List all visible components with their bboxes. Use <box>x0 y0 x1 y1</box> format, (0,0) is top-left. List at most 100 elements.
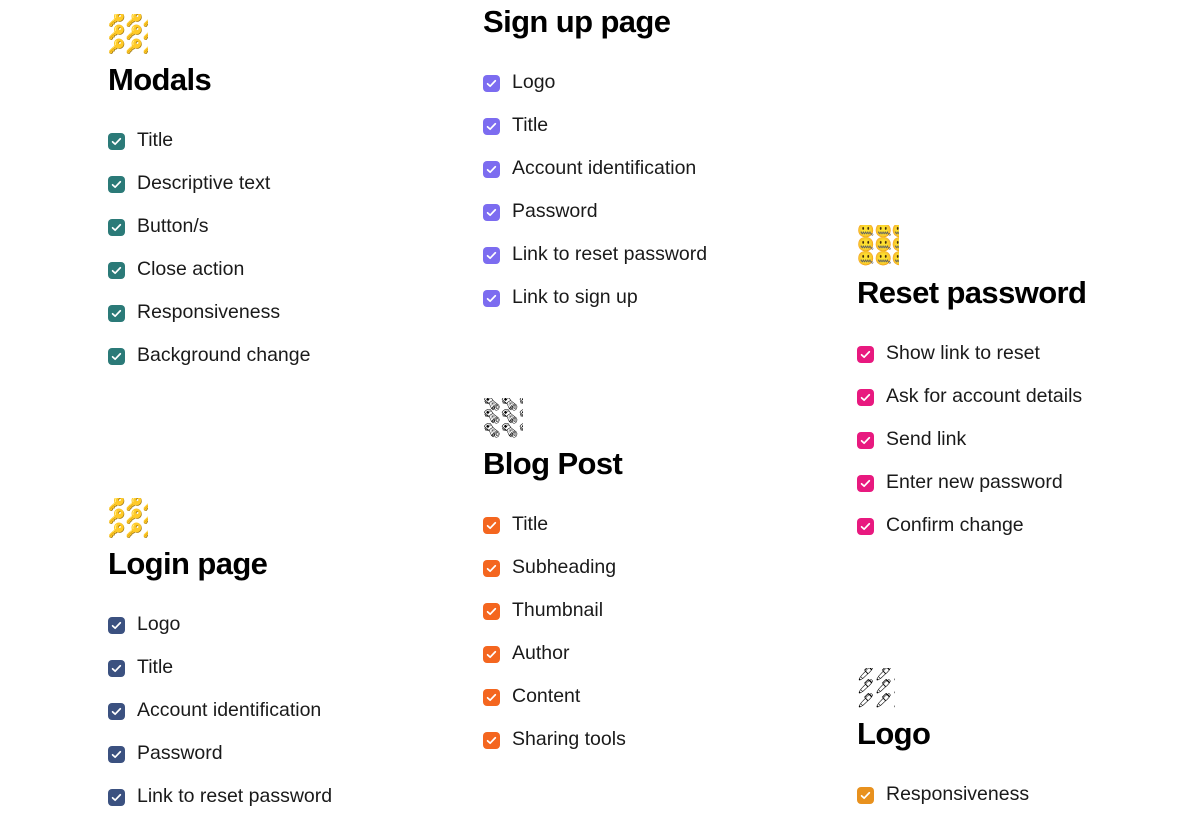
checkbox-checked-icon[interactable] <box>108 175 125 193</box>
key-emoji: 🔑 <box>108 522 126 538</box>
checklist-item-label: Link to sign up <box>512 286 638 309</box>
checklist-item[interactable]: Logo <box>483 62 707 105</box>
checkbox-checked-icon[interactable] <box>483 203 500 221</box>
pen-emoji: 🖊 <box>893 693 895 708</box>
checklist-item-label: Descriptive text <box>137 172 271 195</box>
checkbox-checked-icon[interactable] <box>857 517 874 535</box>
checklist-item-label: Send link <box>886 428 967 451</box>
checklist-item-label: Account identification <box>512 157 697 180</box>
checkbox-checked-icon[interactable] <box>857 345 874 363</box>
checklist-item-label: Confirm change <box>886 514 1024 537</box>
checkbox-checked-icon[interactable] <box>108 261 125 279</box>
checklist-item-label: Logo <box>512 71 556 94</box>
checklist-item[interactable]: Title <box>108 647 332 690</box>
checklist-item-label: Enter new password <box>886 471 1063 494</box>
checklist-item-label: Background change <box>137 344 311 367</box>
checklist-item[interactable]: Link to sign up <box>483 277 707 320</box>
checklist-item-label: Subheading <box>512 556 617 579</box>
checklist-item[interactable]: Background change <box>108 335 310 378</box>
checklist-item-label: Title <box>137 656 174 679</box>
checklist-login-page: Logo Title Account identification Password L… <box>108 604 332 819</box>
checkbox-checked-icon[interactable] <box>108 132 125 150</box>
checklist-item[interactable]: Close action <box>108 249 310 292</box>
checklist-item[interactable]: Enter new password <box>857 462 1086 505</box>
rolled-newspaper-emoji: 🗞 <box>519 423 523 438</box>
pen-emoji: 🖊 <box>874 692 893 708</box>
checklist-item-label: Link to reset password <box>137 785 333 808</box>
card-login-page: 🔑🔑🔑🔑🔑🔑🔑🔑🔑 Login page Logo Title Account id… <box>108 498 332 819</box>
checkbox-checked-icon[interactable] <box>108 347 125 365</box>
checkbox-checked-icon[interactable] <box>483 117 500 135</box>
checkbox-checked-icon[interactable] <box>857 431 874 449</box>
key-icon: 🔑🔑🔑🔑🔑🔑🔑🔑🔑 <box>108 14 148 54</box>
checklist-item[interactable]: Button/s <box>108 206 310 249</box>
checklist-item-label: Content <box>512 685 581 708</box>
checkbox-checked-icon[interactable] <box>108 702 125 720</box>
checklist-item[interactable]: Account identification <box>108 690 332 733</box>
card-signup: 🔒🔒🔒🔒🔒🔒🔒🔒🔒 Sign up page LogoTitleAccount … <box>483 0 707 320</box>
card-blog-post: 🗞🗞🗞🗞🗞🗞🗞🗞🗞 Blog Post Title Subheading Thumb… <box>483 398 626 762</box>
checklist-item[interactable]: Confirm change <box>857 505 1086 548</box>
checklist-item[interactable]: Title <box>483 105 707 148</box>
checkbox-checked-icon[interactable] <box>857 786 874 804</box>
key-icon: 🔑🔑🔑🔑🔑🔑🔑🔑🔑 <box>108 498 148 538</box>
card-reset-password: 🤐🤐🤐🤐🤐🤐🤐🤐🤐 Reset password Show link to re… <box>857 225 1087 548</box>
checklist-item[interactable]: Content <box>483 676 626 719</box>
checklist-item[interactable]: Password <box>108 733 332 776</box>
checklist-item[interactable]: Send link <box>857 419 1086 462</box>
pen-emoji: 🖊 <box>857 692 875 708</box>
checkbox-checked-icon[interactable] <box>108 659 125 677</box>
checklist-item[interactable]: Author <box>483 633 626 676</box>
checkbox-checked-icon[interactable] <box>483 74 500 92</box>
checklist-reset-password: Show link to reset Ask for account detail… <box>857 333 1086 548</box>
checklist-item[interactable]: Title <box>108 120 310 163</box>
card-title-login-page: Login page <box>108 546 268 581</box>
checklist-item-label: Link to reset password <box>512 243 708 266</box>
checkbox-checked-icon[interactable] <box>857 388 874 406</box>
checkbox-checked-icon[interactable] <box>483 160 500 178</box>
checklist-signup: Logo Title Account identification Password L… <box>483 62 707 320</box>
checklist-item[interactable]: Account identification <box>483 148 707 191</box>
checklist-item-label: Logo <box>137 613 181 636</box>
checklist-item[interactable]: Subheading <box>483 547 626 590</box>
card-logo: 🖊🖊🖊🖊🖊🖊🖊🖊🖊 Logo Responsiveness <box>857 668 1029 817</box>
key-emoji: 🔑 <box>108 38 126 54</box>
checklist-item-label: Responsiveness <box>886 783 1030 806</box>
card-title-blog-post: Blog Post <box>483 446 623 481</box>
checkbox-checked-icon[interactable] <box>108 788 125 806</box>
checkbox-checked-icon[interactable] <box>483 688 500 706</box>
checkbox-checked-icon[interactable] <box>483 516 500 534</box>
card-title-signup: Sign up page <box>483 4 671 39</box>
checklist-item[interactable]: Responsiveness <box>857 774 1029 817</box>
checklist-item[interactable]: Password <box>483 191 707 234</box>
checklist-item-label: Author <box>512 642 570 665</box>
key-emoji: 🔑 <box>125 38 143 54</box>
checklist-item-label: Password <box>137 742 223 765</box>
checkbox-checked-icon[interactable] <box>483 602 500 620</box>
checkbox-checked-icon[interactable] <box>483 289 500 307</box>
checklist-item[interactable]: Show link to reset <box>857 333 1086 376</box>
checklist-item-label: Password <box>512 200 598 223</box>
checklist-item[interactable]: Logo <box>108 604 332 647</box>
checkbox-checked-icon[interactable] <box>857 474 874 492</box>
checklist-board: 🔑🔑🔑🔑🔑🔑🔑🔑🔑 Modals Title Descriptive text Bu… <box>0 0 1200 820</box>
checkbox-checked-icon[interactable] <box>483 246 500 264</box>
checklist-item[interactable]: Title <box>483 504 626 547</box>
checkbox-checked-icon[interactable] <box>483 731 500 749</box>
checkbox-checked-icon[interactable] <box>108 616 125 634</box>
checklist-item[interactable]: Link to reset password <box>483 234 707 277</box>
zipper-mouth-face-icon: 🤐🤐🤐🤐🤐🤐🤐🤐🤐 <box>857 225 899 267</box>
checklist-item[interactable]: Descriptive text <box>108 163 310 206</box>
checklist-item[interactable]: Ask for account details <box>857 376 1086 419</box>
checkbox-checked-icon[interactable] <box>483 559 500 577</box>
checklist-item[interactable]: Link to reset password <box>108 776 332 819</box>
checklist-item[interactable]: Thumbnail <box>483 590 626 633</box>
zipper-mouth-face-emoji: 🤐 <box>892 252 899 267</box>
checklist-item-label: Button/s <box>137 215 209 238</box>
checkbox-checked-icon[interactable] <box>108 218 125 236</box>
checklist-item[interactable]: Sharing tools <box>483 719 626 762</box>
checkbox-checked-icon[interactable] <box>108 304 125 322</box>
checklist-item[interactable]: Responsiveness <box>108 292 310 335</box>
checkbox-checked-icon[interactable] <box>108 745 125 763</box>
checkbox-checked-icon[interactable] <box>483 645 500 663</box>
